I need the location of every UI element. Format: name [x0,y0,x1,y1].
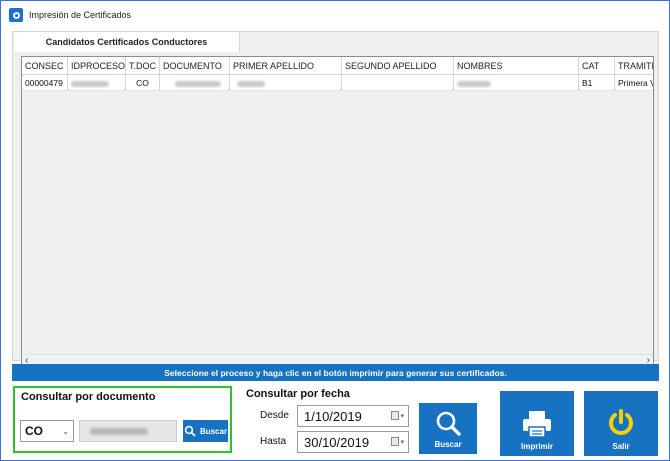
consultar-documento-group: Consultar por documento CO ⌄ Buscar [13,386,232,453]
candidates-grid[interactable]: CONSEC IDPROCESO T.DOC DOCUMENTO PRIMER … [21,56,654,376]
table-row[interactable]: 00000479 CO B1 Primera Ve [22,75,653,91]
desde-date-value: 1/10/2019 [304,408,362,424]
column-header[interactable]: DOCUMENTO [160,57,230,75]
window-title: Impresión de Certificados [29,10,132,20]
imprimir-button[interactable]: Imprimir [500,391,574,456]
grid-header: CONSEC IDPROCESO T.DOC DOCUMENTO PRIMER … [22,57,653,75]
column-header[interactable]: CONSEC [22,57,68,75]
calendar-icon[interactable]: ▾ [391,411,404,420]
desde-label: Desde [260,410,289,421]
consultar-documento-title: Consultar por documento [21,391,156,403]
buscar-fecha-button[interactable]: Buscar [419,403,477,454]
title-bar: Impresión de Certificados [1,1,669,29]
cell-segundo-apellido [342,75,454,91]
tab-candidatos[interactable]: Candidatos Certificados Conductores [14,32,240,52]
desde-date-field[interactable]: 1/10/2019 ▾ [297,405,409,427]
column-header[interactable]: IDPROCESO [68,57,126,75]
column-header[interactable]: PRIMER APELLIDO [230,57,342,75]
app-icon [9,8,23,22]
column-header[interactable]: NOMBRES [454,57,579,75]
cell-tramite: Primera Ve [618,78,653,88]
certificates-window: Impresión de Certificados Candidatos Cer… [0,0,670,461]
cell-documento-redacted [160,75,230,91]
column-header[interactable]: CAT [579,57,615,75]
tipo-documento-value: CO [25,424,43,438]
cell-consec: 00000479 [22,75,68,91]
hasta-date-field[interactable]: 30/10/2019 ▾ [297,431,409,453]
hasta-label: Hasta [260,436,287,447]
column-header[interactable]: T.DOC [126,57,160,75]
tab-panel: Candidatos Certificados Conductores CONS… [12,31,659,376]
consultar-fecha-title: Consultar por fecha [246,388,350,400]
cell-cat: B1 [579,75,615,91]
buscar-fecha-label: Buscar [434,440,462,449]
cell-idproceso-redacted [68,75,126,91]
printer-icon [523,411,551,438]
search-icon [436,411,461,436]
cell-primer-apellido-redacted [230,75,342,91]
instruction-message: Seleccione el proceso y haga clic en el … [12,364,659,381]
search-icon [184,425,196,437]
imprimir-label: Imprimir [520,442,553,451]
power-icon [609,409,633,435]
cell-tdoc: CO [126,75,160,91]
column-header[interactable]: SEGUNDO APELLIDO [342,57,454,75]
buscar-documento-label: Buscar [199,426,228,436]
chevron-down-icon: ⌄ [62,426,69,436]
column-header[interactable]: TRAMITE [615,57,653,75]
documento-input[interactable] [79,420,177,442]
hasta-date-value: 30/10/2019 [304,434,370,450]
cell-nombres-redacted [454,75,579,91]
tipo-documento-select[interactable]: CO ⌄ [20,420,74,442]
salir-button[interactable]: Salir [584,391,658,456]
salir-label: Salir [612,442,630,451]
calendar-icon[interactable]: ▾ [391,437,404,446]
buscar-documento-button[interactable]: Buscar [183,420,228,442]
consultar-fecha-group: Consultar por fecha Desde 1/10/2019 ▾ Ha… [244,386,419,456]
